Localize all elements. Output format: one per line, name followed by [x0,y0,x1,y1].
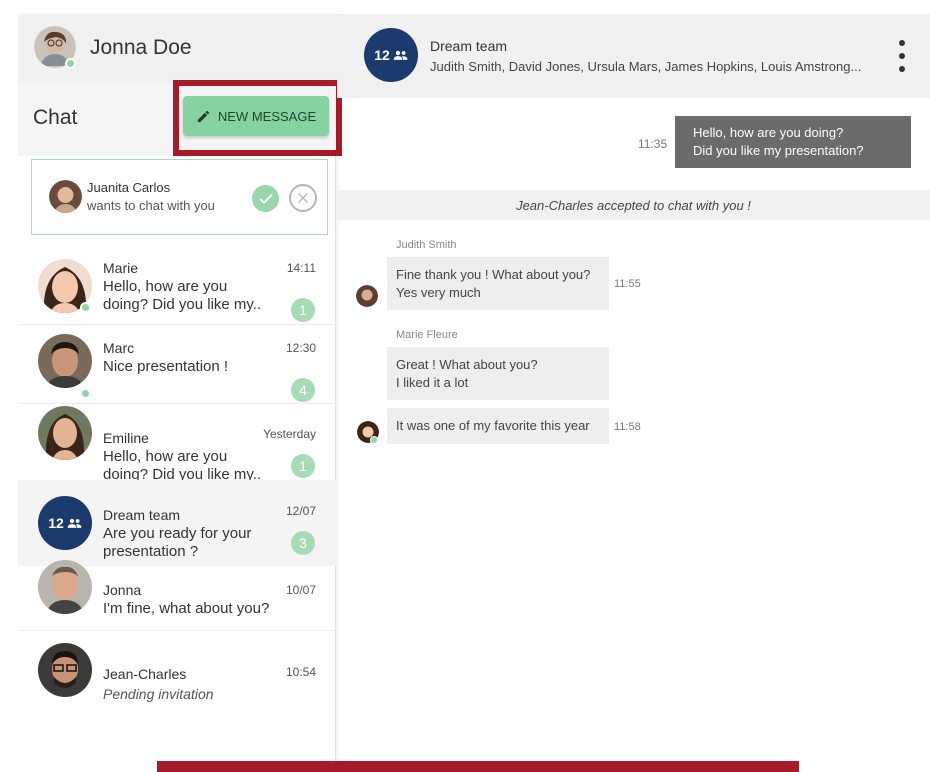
user-header: Jonna Doe [18,14,336,84]
conversation-name: Marc [103,340,135,356]
unread-badge: 1 [291,454,315,478]
conversation-time: Yesterday [263,427,316,441]
invite-sender-name: Juanita Carlos [87,180,171,195]
divider [18,403,336,404]
sidebar: Jonna Doe Chat NEW MESSAGE Juanita Carlo… [18,14,342,772]
conversation-preview: I'm fine, what about you? [103,600,303,618]
user-name: Jonna Doe [90,36,192,59]
close-icon [298,193,308,203]
pencil-icon [197,110,210,122]
checkmark-icon [259,193,272,204]
message-text: Great ! What about you? [396,356,538,372]
contact-avatar [38,406,92,460]
decline-invite-button[interactable] [289,184,317,212]
message-text: Yes very much [396,284,481,300]
online-status-dot [370,436,378,444]
contact-avatar [38,560,92,614]
bottom-highlight-bar [157,761,799,772]
conversation-item-emiline[interactable]: Emiline Yesterday Hello, how are you doi… [18,406,336,483]
group-icon [67,518,82,528]
more-options-icon[interactable] [897,40,907,72]
preview-line: presentation ? [103,543,199,560]
group-avatar: 12 [38,496,92,550]
group-member-count: 12 [374,47,390,63]
conversation-preview: Hello, how are you doing? Did you like m… [103,448,283,484]
conversation-header: 12 Dream team Judith Smith, David Jones,… [337,14,930,98]
preview-line: Hello, how are you [103,278,228,295]
conversation-preview: Nice presentation ! [103,358,283,376]
message-time: 11:35 [638,137,668,151]
message-text: Hello, how are you doing? [693,125,844,140]
unread-badge: 4 [291,378,315,402]
new-message-label: NEW MESSAGE [217,108,317,124]
incoming-message-bubble: Great ! What about you? I liked it a lot [387,347,609,400]
conversation-title: Dream team [430,38,508,54]
accept-invite-button[interactable] [252,185,279,212]
message-sender: Judith Smith [396,239,457,251]
conversation-preview: Are you ready for your presentation ? [103,525,283,561]
group-avatar[interactable]: 12 [364,28,418,82]
conversation-item-marc[interactable]: Marc 12:30 Nice presentation ! 4 [18,326,336,402]
message-text: It was one of my favorite this year [396,418,590,433]
conversation-name: Jean-Charles [103,666,187,682]
conversation-time: 12:30 [285,341,316,355]
message-text: I liked it a lot [396,374,469,390]
system-notice: Jean-Charles accepted to chat with you ! [337,190,930,220]
online-status-dot [65,58,76,69]
group-icon [393,50,408,60]
preview-line: doing? Did you like my.. [103,296,262,313]
incoming-message-bubble: Fine thank you ! What about you? Yes ver… [387,257,609,310]
preview-line: I'm fine, what about you? [103,600,270,617]
outgoing-message-bubble: Hello, how are you doing? Did you like m… [675,116,911,168]
preview-line: Nice presentation ! [103,358,229,375]
message-text: Did you like my presentation? [693,143,864,158]
invite-subtitle: wants to chat with you [87,198,215,213]
preview-line: Are you ready for your [103,525,252,542]
preview-line: Hello, how are you [103,448,228,465]
sender-avatar [356,285,378,307]
conversation-item-jonna[interactable]: Jonna 10/07 I'm fine, what about you? [18,560,336,634]
conversation-time: 12/07 [285,504,316,518]
message-text: Fine thank you ! What about you? [396,266,591,282]
conversation-time: 14:11 [286,261,316,275]
message-time: 11:58 [614,421,641,433]
conversation-name: Marie [103,260,139,276]
conversation-item-jean-charles[interactable]: Jean-Charles 10:54 Pending invitation [18,634,336,708]
online-status-dot [80,388,91,399]
pending-invitation-label: Pending invitation [103,686,214,702]
chat-invitation-card: Juanita Carlos wants to chat with you [31,159,328,235]
unread-badge: 1 [291,298,315,322]
conversation-item-marie[interactable]: Marie 14:11 Hello, how are you doing? Di… [18,248,336,322]
contact-avatar [38,334,92,388]
conversation-name: Dream team [103,507,181,523]
divider [18,324,336,325]
chat-title: Chat [33,106,78,129]
system-notice-text: Jean-Charles accepted to chat with you ! [516,197,751,213]
incoming-message-bubble: It was one of my favorite this year [387,408,609,444]
divider [18,630,336,631]
message-sender: Marie Fleure [396,329,458,341]
online-status-dot [80,302,91,313]
unread-badge: 3 [291,531,315,555]
contact-avatar [38,643,92,697]
conversation-preview: Pending invitation [103,685,283,703]
invite-avatar [49,180,82,213]
message-time: 11:55 [614,278,641,290]
new-message-button[interactable]: NEW MESSAGE [183,96,329,136]
conversation-name: Jonna [103,582,142,598]
conversation-time: 10/07 [285,583,316,597]
conversation-item-dream-team[interactable]: 12 Dream team 12/07 Are you ready for yo… [18,480,336,566]
conversation-name: Emiline [103,430,149,446]
conversation-members: Judith Smith, David Jones, Ursula Mars, … [430,59,862,74]
group-member-count: 12 [48,515,64,531]
conversation-preview: Hello, how are you doing? Did you like m… [103,278,283,314]
conversation-time: 10:54 [285,665,316,679]
